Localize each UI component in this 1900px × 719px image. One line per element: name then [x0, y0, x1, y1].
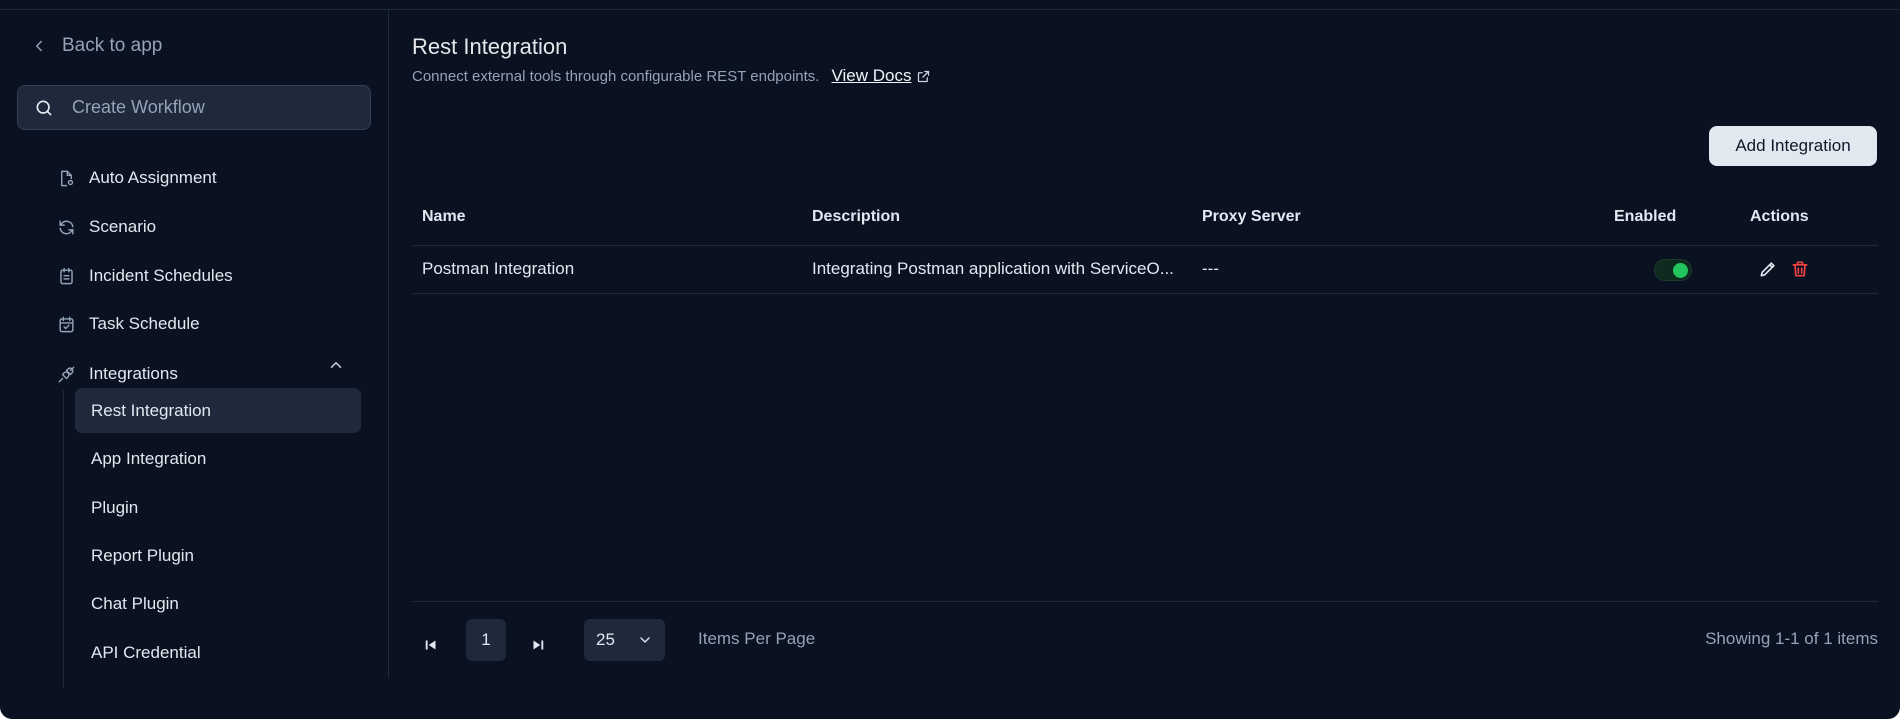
add-integration-button[interactable]: Add Integration: [1709, 126, 1877, 166]
enabled-toggle[interactable]: [1654, 259, 1692, 281]
column-header-enabled: Enabled: [1614, 208, 1677, 225]
chevron-up-icon[interactable]: [327, 356, 345, 374]
items-per-page-select[interactable]: 25: [584, 619, 665, 661]
per-page-value: 25: [596, 630, 615, 649]
submenu-guide-line: [63, 390, 64, 688]
search-input[interactable]: [70, 96, 354, 119]
subtitle-text: Connect external tools through configura…: [412, 67, 820, 85]
back-to-app-link[interactable]: Back to app: [30, 35, 162, 57]
page-subtitle: Connect external tools through configura…: [412, 66, 931, 86]
sidebar-subitem-report-plugin[interactable]: Report Plugin: [75, 533, 361, 578]
app-frame: Back to app Auto Assignment Scenario Inc…: [0, 0, 1900, 719]
sidebar-item-label: Integrations: [89, 364, 178, 383]
sidebar-item-scenario[interactable]: Scenario: [57, 213, 156, 241]
sidebar-item-label: Task Schedule: [89, 314, 200, 333]
sidebar-item-label: Incident Schedules: [89, 266, 233, 285]
sidebar-subitem-label: Rest Integration: [91, 400, 212, 420]
sidebar-subitem-label: App Integration: [91, 448, 207, 468]
table-header: Name Description Proxy Server Enabled Ac…: [412, 190, 1878, 246]
page-title: Rest Integration: [412, 34, 568, 59]
sidebar-subitem-app-integration[interactable]: App Integration: [75, 436, 361, 481]
file-gear-icon: [61, 170, 74, 186]
search-box: [17, 85, 371, 130]
main-content: Rest Integration Connect external tools …: [389, 10, 1900, 678]
footer-divider: [412, 601, 1878, 602]
toggle-knob: [1673, 263, 1688, 278]
sidebar-subitem-chat-plugin[interactable]: Chat Plugin: [75, 581, 361, 626]
sidebar-subitem-api-credential[interactable]: API Credential: [75, 630, 361, 675]
sidebar-subitem-label: Plugin: [91, 497, 139, 517]
column-header-description[interactable]: Description: [812, 208, 900, 226]
column-header-proxy-server[interactable]: Proxy Server: [1202, 208, 1301, 226]
cell-description: Integrating Postman application with Ser…: [812, 259, 1174, 278]
clipboard-list-icon: [60, 267, 73, 284]
first-page-icon[interactable]: [422, 636, 440, 654]
sidebar-subitem-label: Chat Plugin: [91, 593, 179, 613]
chevron-left-icon: [36, 40, 42, 52]
chevron-down-icon: [640, 637, 650, 643]
showing-count: Showing 1-1 of 1 items: [1705, 629, 1878, 648]
sidebar-item-label: Auto Assignment: [89, 168, 217, 187]
sidebar-subitem-plugin[interactable]: Plugin: [75, 485, 361, 530]
back-label: Back to app: [62, 35, 163, 56]
search-icon: [36, 100, 52, 115]
external-link-icon: [918, 70, 930, 82]
sidebar-item-label: Scenario: [89, 217, 157, 236]
items-per-page-label: Items Per Page: [698, 629, 816, 648]
cell-name: Postman Integration: [422, 259, 575, 278]
top-divider: [0, 0, 1900, 10]
page-number-button[interactable]: 1: [466, 619, 506, 661]
view-docs-link[interactable]: View Docs: [831, 66, 931, 86]
view-docs-label: View Docs: [831, 66, 912, 85]
column-header-name[interactable]: Name: [422, 208, 466, 226]
sidebar-item-incident-schedules[interactable]: Incident Schedules: [57, 262, 233, 290]
plug-icon: [58, 366, 75, 382]
calendar-check-icon: [59, 316, 74, 332]
last-page-icon[interactable]: [529, 636, 547, 654]
sidebar-item-task-schedule[interactable]: Task Schedule: [57, 310, 200, 338]
sidebar-item-auto-assignment[interactable]: Auto Assignment: [57, 164, 217, 192]
sidebar-subitem-label: Report Plugin: [91, 545, 195, 565]
pencil-icon[interactable]: [1758, 259, 1778, 279]
sidebar-subitem-label: API Credential: [91, 642, 201, 662]
refresh-icon: [59, 219, 74, 235]
table-row: Postman Integration Integrating Postman …: [412, 245, 1878, 294]
cell-proxy-server: ---: [1202, 259, 1219, 278]
sidebar-item-integrations[interactable]: Integrations: [57, 360, 178, 388]
trash-icon[interactable]: [1790, 259, 1810, 279]
sidebar-subitem-rest-integration[interactable]: Rest Integration: [75, 388, 361, 433]
sidebar: Back to app Auto Assignment Scenario Inc…: [0, 10, 389, 688]
column-header-actions: Actions: [1750, 208, 1809, 225]
